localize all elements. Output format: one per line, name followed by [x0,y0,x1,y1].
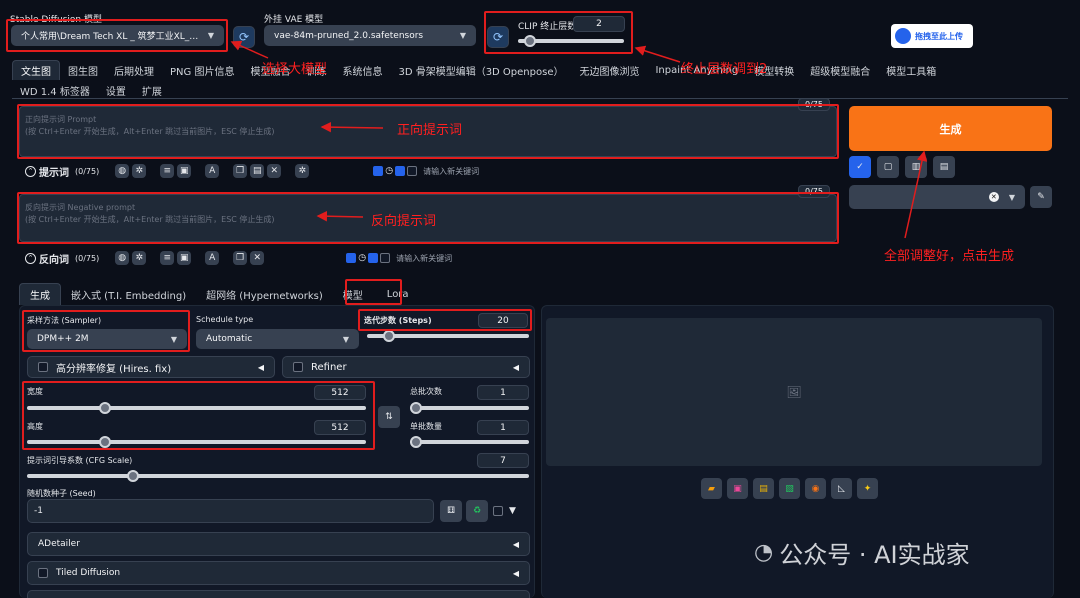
annotation-clip: 终止层数调到2 [681,62,768,77]
annotation-prompt: 正向提示词 [397,123,463,138]
watermark: ◔ 公众号 · AI实战家 [754,535,970,570]
watermark-text: 公众号 · AI实战家 [779,541,970,569]
annotation-model: 选择大模型 [262,62,328,77]
arrow-negative [316,210,364,222]
wechat-icon: ◔ [754,540,774,565]
arrow-generate [904,150,928,239]
arrow-model [230,40,269,59]
annotation-arrows [230,40,928,239]
annotation-generate: 全部调整好，点击生成 [884,249,1015,264]
arrow-prompt [320,121,384,133]
annotation-negative: 反向提示词 [371,214,437,229]
arrow-clip [634,45,681,63]
